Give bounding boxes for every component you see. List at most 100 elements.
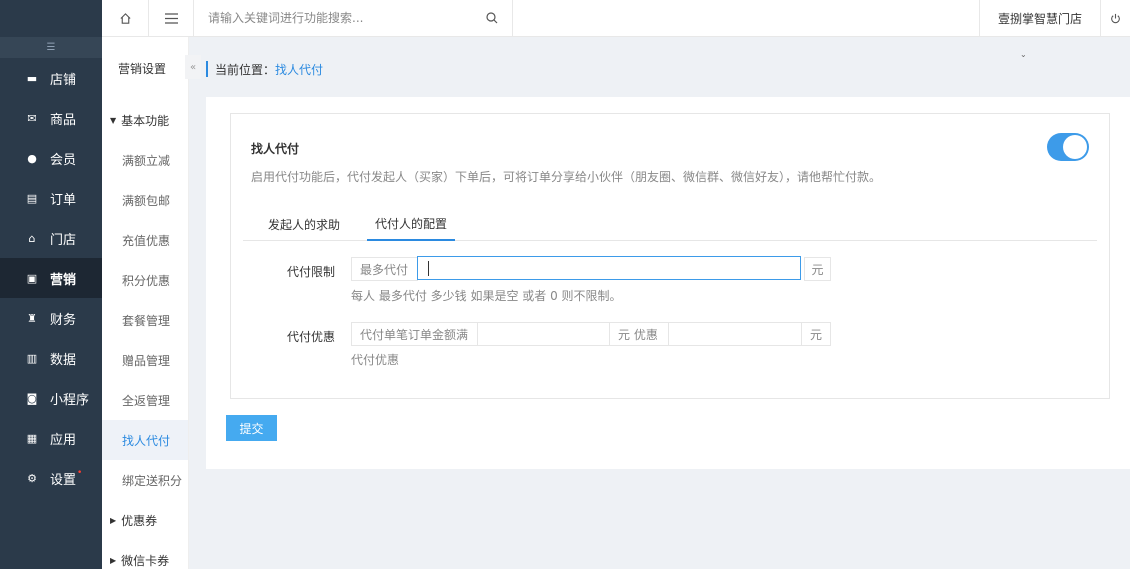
sidebar-item-label: 营销 xyxy=(50,272,77,288)
collapse-icon: ☰ xyxy=(46,42,56,53)
sidebar-item-shop[interactable]: ⌂ 门店 xyxy=(0,218,102,258)
sidebar-item-member[interactable]: ● 会员 xyxy=(0,138,102,178)
settings-card: 找人代付 启用代付功能后，代付发起人（买家）下单后，可将订单分享给小伙伴（朋友圈… xyxy=(230,113,1110,399)
sidebar-item-label: 应用 xyxy=(50,432,77,448)
breadcrumb-current[interactable]: 找人代付 xyxy=(275,61,323,78)
card-description: 启用代付功能后，代付发起人（买家）下单后，可将订单分享给小伙伴（朋友圈、微信群、… xyxy=(251,170,882,184)
sidebar-item-label: 店铺 xyxy=(50,72,77,88)
double-chevron-left-icon: « xyxy=(189,61,197,73)
logout-button[interactable] xyxy=(1100,0,1130,37)
gear-icon: ⚙ xyxy=(27,471,37,485)
gift-icon: ▣ xyxy=(26,271,38,285)
top-bar: 壹捌掌智慧门店 xyxy=(102,0,1130,37)
submenu-title-text: 营销设置 xyxy=(118,62,167,76)
max-pay-input[interactable] xyxy=(418,257,800,279)
discount-threshold-input[interactable] xyxy=(478,323,609,345)
tab-bar: 发起人的求助 代付人的配置 xyxy=(243,208,1097,241)
tab-payer-config[interactable]: 代付人的配置 xyxy=(367,208,455,241)
discount-label: 代付优惠 xyxy=(286,330,335,344)
sidebar-item-goods[interactable]: ✉ 商品 xyxy=(0,98,102,138)
caret-down-icon: ▼ xyxy=(110,115,117,125)
search-icon[interactable] xyxy=(486,12,498,24)
sidebar-item-apps[interactable]: ▦ 应用 xyxy=(0,418,102,458)
discount-prefix: 代付单笔订单金额满 xyxy=(351,322,478,346)
sidebar-item-gear[interactable]: ⚙ 设置 • xyxy=(0,458,102,498)
sidebar-item-order[interactable]: ▤ 订单 xyxy=(0,178,102,218)
chevron-down-icon[interactable]: ⌄ xyxy=(1020,50,1027,59)
sidebar-item-gift[interactable]: ▣ 营销 xyxy=(0,258,102,298)
sidebar-item-label: 订单 xyxy=(50,192,77,208)
discount-threshold-wrap xyxy=(477,322,610,346)
submenu-item[interactable]: 满额包邮 xyxy=(102,180,188,220)
store-icon: ▬ xyxy=(26,71,38,85)
shop-icon: ⌂ xyxy=(28,231,36,245)
sidebar-item-miniapp[interactable]: ◙ 小程序 xyxy=(0,378,102,418)
breadcrumb-prefix: 当前位置： xyxy=(215,62,276,77)
submenu-group-basic[interactable]: ▼ 基本功能 xyxy=(102,100,188,140)
sidebar-item-label: 财务 xyxy=(50,312,77,328)
submenu-item[interactable]: 找人代付 xyxy=(102,420,188,460)
submenu-collapse-button[interactable]: « xyxy=(185,55,201,79)
sidebar-item-label: 数据 xyxy=(50,352,77,368)
sidebar-item-chart[interactable]: ▥ 数据 xyxy=(0,338,102,378)
page-background xyxy=(206,469,1130,569)
tab-initiator-help[interactable]: 发起人的求助 xyxy=(263,208,345,241)
sidebar-item-label: 会员 xyxy=(50,152,77,168)
notification-dot: • xyxy=(77,468,83,478)
submenu-item[interactable]: 赠品管理 xyxy=(102,340,188,380)
submenu-group-label: 基本功能 xyxy=(121,113,170,128)
limit-prefix: 最多代付 xyxy=(351,257,418,281)
card-title: 找人代付 xyxy=(251,142,300,156)
submenu-group-wechat-card[interactable]: ▶ 微信卡券 xyxy=(102,540,188,569)
discount-middle: 元 优惠 xyxy=(609,322,669,346)
goods-icon: ✉ xyxy=(27,111,37,125)
enable-toggle[interactable] xyxy=(1047,133,1089,161)
order-icon: ▤ xyxy=(26,191,38,205)
limit-input-wrap xyxy=(417,256,801,280)
power-icon xyxy=(1111,13,1120,24)
main-panel: 找人代付 启用代付功能后，代付发起人（买家）下单后，可将订单分享给小伙伴（朋友圈… xyxy=(206,97,1130,469)
discount-suffix: 元 xyxy=(801,322,831,346)
sidebar-item-finance[interactable]: ♜ 财务 xyxy=(0,298,102,338)
miniapp-icon: ◙ xyxy=(26,391,38,405)
sidebar-item-label: 商品 xyxy=(50,112,77,128)
home-icon xyxy=(119,13,131,24)
submenu-item[interactable]: 满额立减 xyxy=(102,140,188,180)
discount-amount-wrap xyxy=(668,322,802,346)
text-cursor xyxy=(428,261,429,276)
discount-amount-input[interactable] xyxy=(669,323,801,345)
submenu-item[interactable]: 全返管理 xyxy=(102,380,188,420)
sidebar-logo-area xyxy=(0,0,102,37)
limit-suffix: 元 xyxy=(804,257,831,281)
submenu-group-label: 微信卡券 xyxy=(121,553,170,568)
submenu-group-coupon[interactable]: ▶ 优惠券 xyxy=(102,500,188,540)
search-input[interactable] xyxy=(194,0,474,36)
home-button[interactable] xyxy=(102,0,149,37)
sidebar-item-label: 小程序 xyxy=(50,392,90,408)
search-box xyxy=(194,0,513,37)
store-name[interactable]: 壹捌掌智慧门店 xyxy=(979,0,1100,37)
submenu-item[interactable]: 套餐管理 xyxy=(102,300,188,340)
sidebar-collapse-button[interactable]: ☰ xyxy=(0,37,102,58)
main-sidebar: ☰ ▬ 店铺 ✉ 商品 ● 会员 ▤ 订单 ⌂ 门店 ▣ 营销 ♜ 财务 ▥ 数据 ◙ 小程序 ▦ 应用 ⚙ 设置 • xyxy=(0,0,102,569)
caret-right-icon: ▶ xyxy=(110,555,117,565)
sidebar-item-store[interactable]: ▬ 店铺 xyxy=(0,58,102,98)
submenu-item[interactable]: 积分优惠 xyxy=(102,260,188,300)
sub-menu: 营销设置 « ▼ 基本功能 满额立减 满额包邮 充值优惠 积分优惠 套餐管理 赠品管理 全返… xyxy=(102,37,201,569)
menu-toggle-button[interactable] xyxy=(149,0,194,37)
limit-label: 代付限制 xyxy=(286,265,335,279)
toggle-knob xyxy=(1063,135,1087,159)
submit-button[interactable]: 提交 xyxy=(226,415,277,441)
apps-icon: ▦ xyxy=(26,431,38,445)
finance-icon: ♜ xyxy=(27,311,37,325)
chart-icon: ▥ xyxy=(26,351,38,365)
limit-hint: 每人 最多代付 多少钱 如果是空 或者 0 则不限制。 xyxy=(351,289,622,303)
sidebar-item-label: 设置 xyxy=(50,472,77,488)
submenu-item[interactable]: 绑定送积分 xyxy=(102,460,188,500)
submenu-title: 营销设置 « xyxy=(102,37,201,100)
submenu-item[interactable]: 充值优惠 xyxy=(102,220,188,260)
discount-hint: 代付优惠 xyxy=(351,353,400,367)
sidebar-item-label: 门店 xyxy=(50,232,77,248)
breadcrumb: 当前位置： 找人代付 xyxy=(206,61,323,77)
hamburger-icon xyxy=(164,13,178,24)
